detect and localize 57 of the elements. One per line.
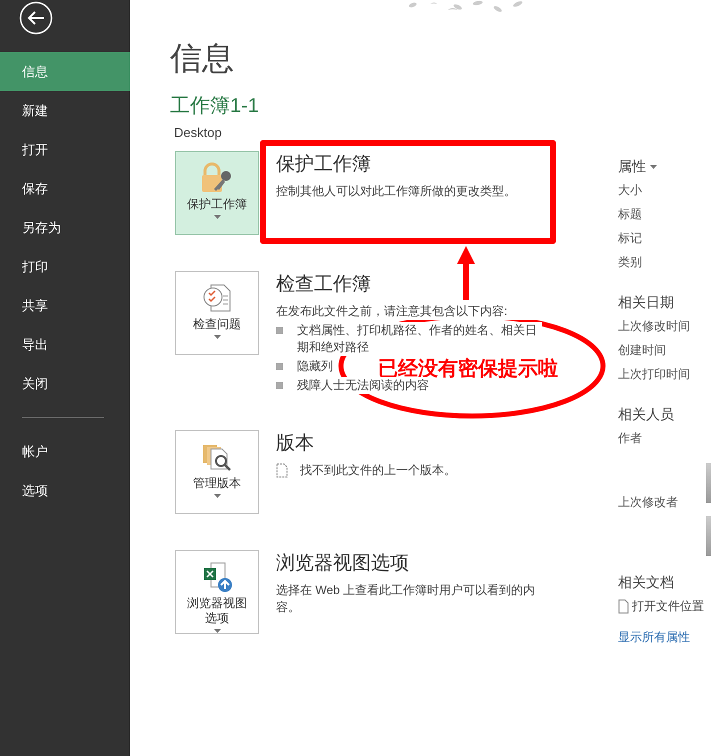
document-icon (618, 599, 629, 614)
bullet-icon (276, 363, 283, 370)
caret-icon (214, 335, 220, 339)
property-label: 标记 (618, 230, 643, 247)
checklist-document-icon (201, 282, 233, 314)
nav-item[interactable]: 保存 (0, 169, 130, 208)
annotation-arrow (457, 246, 475, 300)
section-heading: 浏览器视图选项 (276, 552, 410, 576)
nav-item[interactable]: 帐户 (0, 432, 130, 471)
bullet-text: 残障人士无法阅读的内容 (297, 377, 429, 394)
nav-item[interactable]: 关闭 (0, 364, 130, 403)
property-label: 上次修改者 (618, 494, 679, 511)
nav-item[interactable]: 共享 (0, 286, 130, 325)
property-label: 标题 (618, 206, 643, 223)
workbook-name: 工作簿1-1 (170, 94, 260, 119)
action-tile-button[interactable]: 保护工作簿 (175, 151, 259, 235)
spreadsheet-upload-icon (201, 561, 233, 593)
document-outline-icon (276, 463, 288, 478)
page-title: 信息 (170, 39, 235, 78)
action-tile-button[interactable]: 管理版本 (175, 430, 259, 514)
group-heading: 相关日期 (618, 294, 675, 312)
author-avatar (706, 463, 711, 503)
nav-item[interactable]: 导出 (0, 325, 130, 364)
caret-icon (214, 629, 220, 633)
bullet-text: 文档属性、打印机路径、作者的姓名、相关日期和绝对路径 (297, 322, 542, 356)
group-heading: 相关人员 (618, 406, 675, 424)
group-heading: 相关文档 (618, 574, 675, 592)
caret-icon (214, 494, 220, 498)
section-heading: 保护工作簿 (276, 153, 372, 177)
nav-item[interactable]: 另存为 (0, 208, 130, 247)
action-tile-button[interactable]: 浏览器视图选项 (175, 550, 259, 634)
property-label: 类别 (618, 254, 643, 271)
caret-icon (650, 165, 657, 169)
author-avatar (706, 516, 711, 556)
nav-item[interactable]: 选项 (0, 471, 130, 510)
nav-item[interactable]: 信息 (0, 52, 130, 91)
bullet-text: 隐藏列 (297, 358, 333, 375)
section-heading: 版本 (276, 432, 315, 456)
caret-icon (214, 215, 220, 219)
property-label: 作者 (618, 430, 643, 447)
file-location: Desktop (174, 125, 223, 140)
property-label: 创建时间 (618, 342, 667, 359)
property-label: 大小 (618, 182, 643, 199)
nav-item[interactable]: 打开 (0, 130, 130, 169)
property-label: 上次修改时间 (618, 318, 691, 335)
open-location-link[interactable]: 打开文件位置 (632, 598, 704, 615)
group-heading[interactable]: 属性 (618, 158, 646, 176)
action-tile-button[interactable]: 检查问题 (175, 271, 259, 355)
back-arrow-button[interactable] (19, 1, 53, 35)
bullet-icon (276, 382, 283, 389)
nav-item[interactable]: 打印 (0, 247, 130, 286)
show-all-properties-link[interactable]: 显示所有属性 (618, 629, 711, 646)
bullet-icon (276, 327, 283, 334)
section-heading: 检查工作簿 (276, 273, 372, 297)
nav-item[interactable]: 新建 (0, 91, 130, 130)
section-note: 找不到此文件的上一个版本。 (300, 462, 456, 479)
property-label: 上次打印时间 (618, 366, 691, 383)
